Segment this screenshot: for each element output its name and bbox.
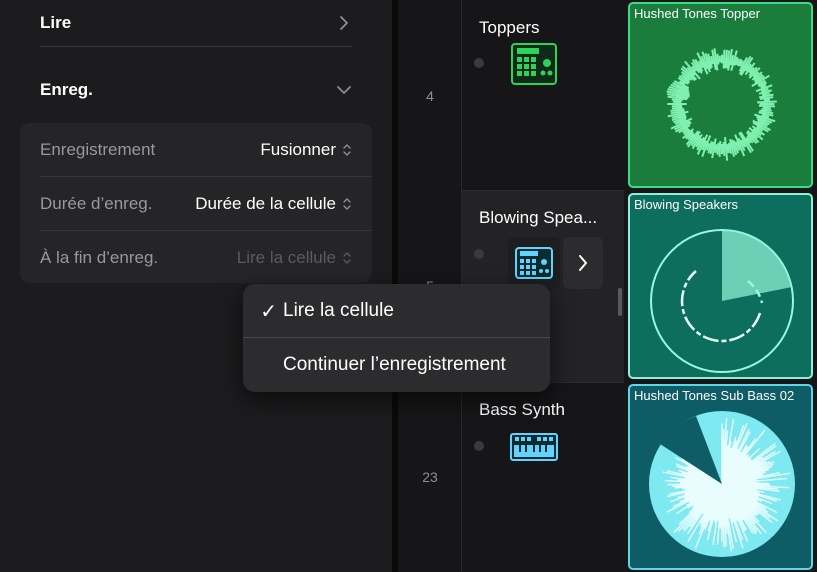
cell-blowing-speakers[interactable]: Blowing Speakers <box>628 193 813 379</box>
menu-item-continuer-enregistrement[interactable]: Continuer l’enregistrement <box>243 338 550 392</box>
track-status-dot <box>474 441 484 451</box>
setting-value: Lire la cellule <box>236 247 336 267</box>
track-name: Toppers <box>479 18 540 37</box>
cell-playhead-ring <box>650 229 794 373</box>
track-name: Blowing Spea... <box>479 208 598 227</box>
setting-row-duree[interactable]: Durée d’enreg. Durée de la cellule <box>20 177 372 230</box>
up-down-chevron-icon <box>343 197 351 210</box>
track-header-bass-synth[interactable]: Bass Synth <box>462 383 624 572</box>
cell-hushed-tones-topper[interactable]: Hushed Tones Topper <box>628 2 813 188</box>
end-of-recording-popup-menu: ✓ Lire la cellule Continuer l’enregistre… <box>243 284 550 392</box>
track-status-dot <box>474 249 484 259</box>
section-enreg-label: Enreg. <box>40 80 93 99</box>
setting-label: Durée d’enreg. <box>40 193 153 213</box>
section-divider <box>40 46 352 47</box>
setting-value-popup[interactable]: Durée de la cellule <box>195 194 352 214</box>
menu-item-label: Continuer l’enregistrement <box>283 354 506 375</box>
track-name: Bass Synth <box>479 400 565 419</box>
checkmark-icon: ✓ <box>260 300 277 323</box>
drum-machine-icon <box>508 237 560 289</box>
setting-value: Fusionner <box>260 139 336 159</box>
setting-value-popup[interactable]: Fusionner <box>260 140 352 160</box>
setting-label: À la fin d’enreg. <box>40 247 159 267</box>
recording-settings-group: Enregistrement Fusionner Durée d’enreg. … <box>20 123 372 283</box>
chevron-right-icon <box>336 15 352 31</box>
menu-item-lire-la-cellule[interactable]: ✓ Lire la cellule <box>243 284 550 338</box>
track-status-dot <box>474 58 484 68</box>
setting-row-fin-enreg[interactable]: À la fin d’enreg. Lire la cellule <box>20 231 372 284</box>
synth-keyboard-icon <box>510 433 558 466</box>
menu-item-label: Lire la cellule <box>283 300 394 321</box>
cell-waveform-ring <box>666 48 777 161</box>
setting-row-enregistrement[interactable]: Enregistrement Fusionner <box>20 123 372 176</box>
setting-value-popup[interactable]: Lire la cellule <box>237 248 352 268</box>
track-number: 23 <box>422 469 438 485</box>
chevron-right-icon <box>579 255 587 271</box>
up-down-chevron-icon <box>343 251 351 264</box>
cell-hushed-tones-sub-bass[interactable]: Hushed Tones Sub Bass 02 <box>628 384 813 570</box>
section-enreg-header[interactable]: Enreg. <box>40 77 352 103</box>
expand-track-button[interactable] <box>563 237 603 289</box>
section-lire-label: Lire <box>40 13 72 32</box>
setting-value: Durée de la cellule <box>195 193 336 213</box>
chevron-down-icon <box>336 82 352 98</box>
up-down-chevron-icon <box>343 143 351 156</box>
section-lire-header[interactable]: Lire <box>40 10 352 36</box>
cell-waveform-pie <box>649 411 795 557</box>
setting-label: Enregistrement <box>40 139 156 159</box>
track-header-toppers[interactable]: Toppers <box>462 0 624 190</box>
track-number: 4 <box>426 88 434 104</box>
drum-machine-icon <box>511 43 557 90</box>
scrollbar-thumb[interactable] <box>618 288 622 316</box>
